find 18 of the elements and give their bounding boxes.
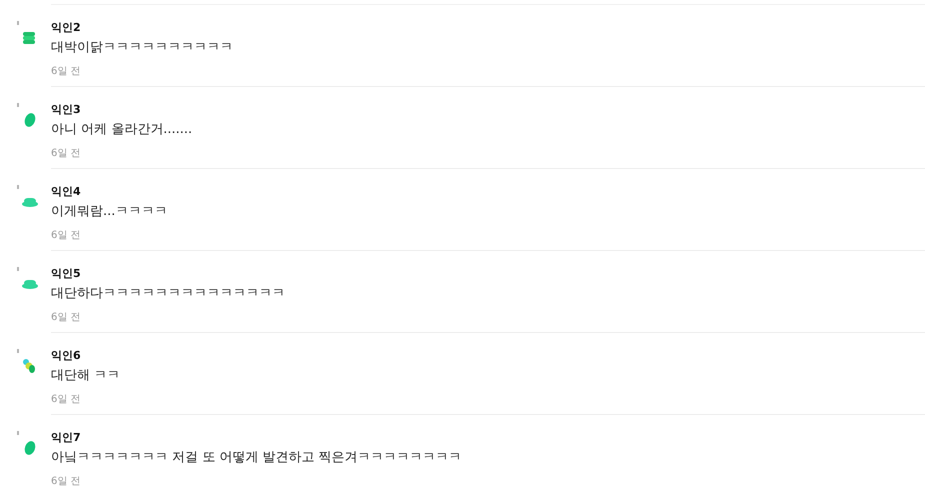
comment-text: 대단해 ㅋㅋ <box>51 367 122 385</box>
comment-time: 6일 전 <box>51 229 82 243</box>
comment-text: 대박이닭ㅋㅋㅋㅋㅋㅋㅋㅋㅋㅋ <box>51 39 234 57</box>
comment-time: 6일 전 <box>51 475 82 489</box>
author-name: 익인7 <box>51 431 82 445</box>
comment-time: 6일 전 <box>51 393 82 407</box>
author-name: 익인6 <box>51 349 82 363</box>
comment-time: 6일 전 <box>51 311 82 325</box>
comment-time: 6일 전 <box>51 65 82 79</box>
comment-text: 대단하다ㅋㅋㅋㅋㅋㅋㅋㅋㅋㅋㅋㅋㅋㅋ <box>51 285 286 303</box>
author-name: 익인5 <box>51 267 82 281</box>
author-name: 익인3 <box>51 103 82 117</box>
comment-text: 아니 어케 올라간거....... <box>51 121 194 139</box>
comment-text: 아닠ㅋㅋㅋㅋㅋㅋㅋ 저걸 또 어떻게 발견하고 찍은겨ㅋㅋㅋㅋㅋㅋㅋㅋ <box>51 449 463 467</box>
comment-time: 6일 전 <box>51 147 82 161</box>
comment-text: 이게뭐람...ㅋㅋㅋㅋ <box>51 203 168 221</box>
author-name: 익인4 <box>51 185 82 199</box>
author-name: 익인2 <box>51 21 82 35</box>
